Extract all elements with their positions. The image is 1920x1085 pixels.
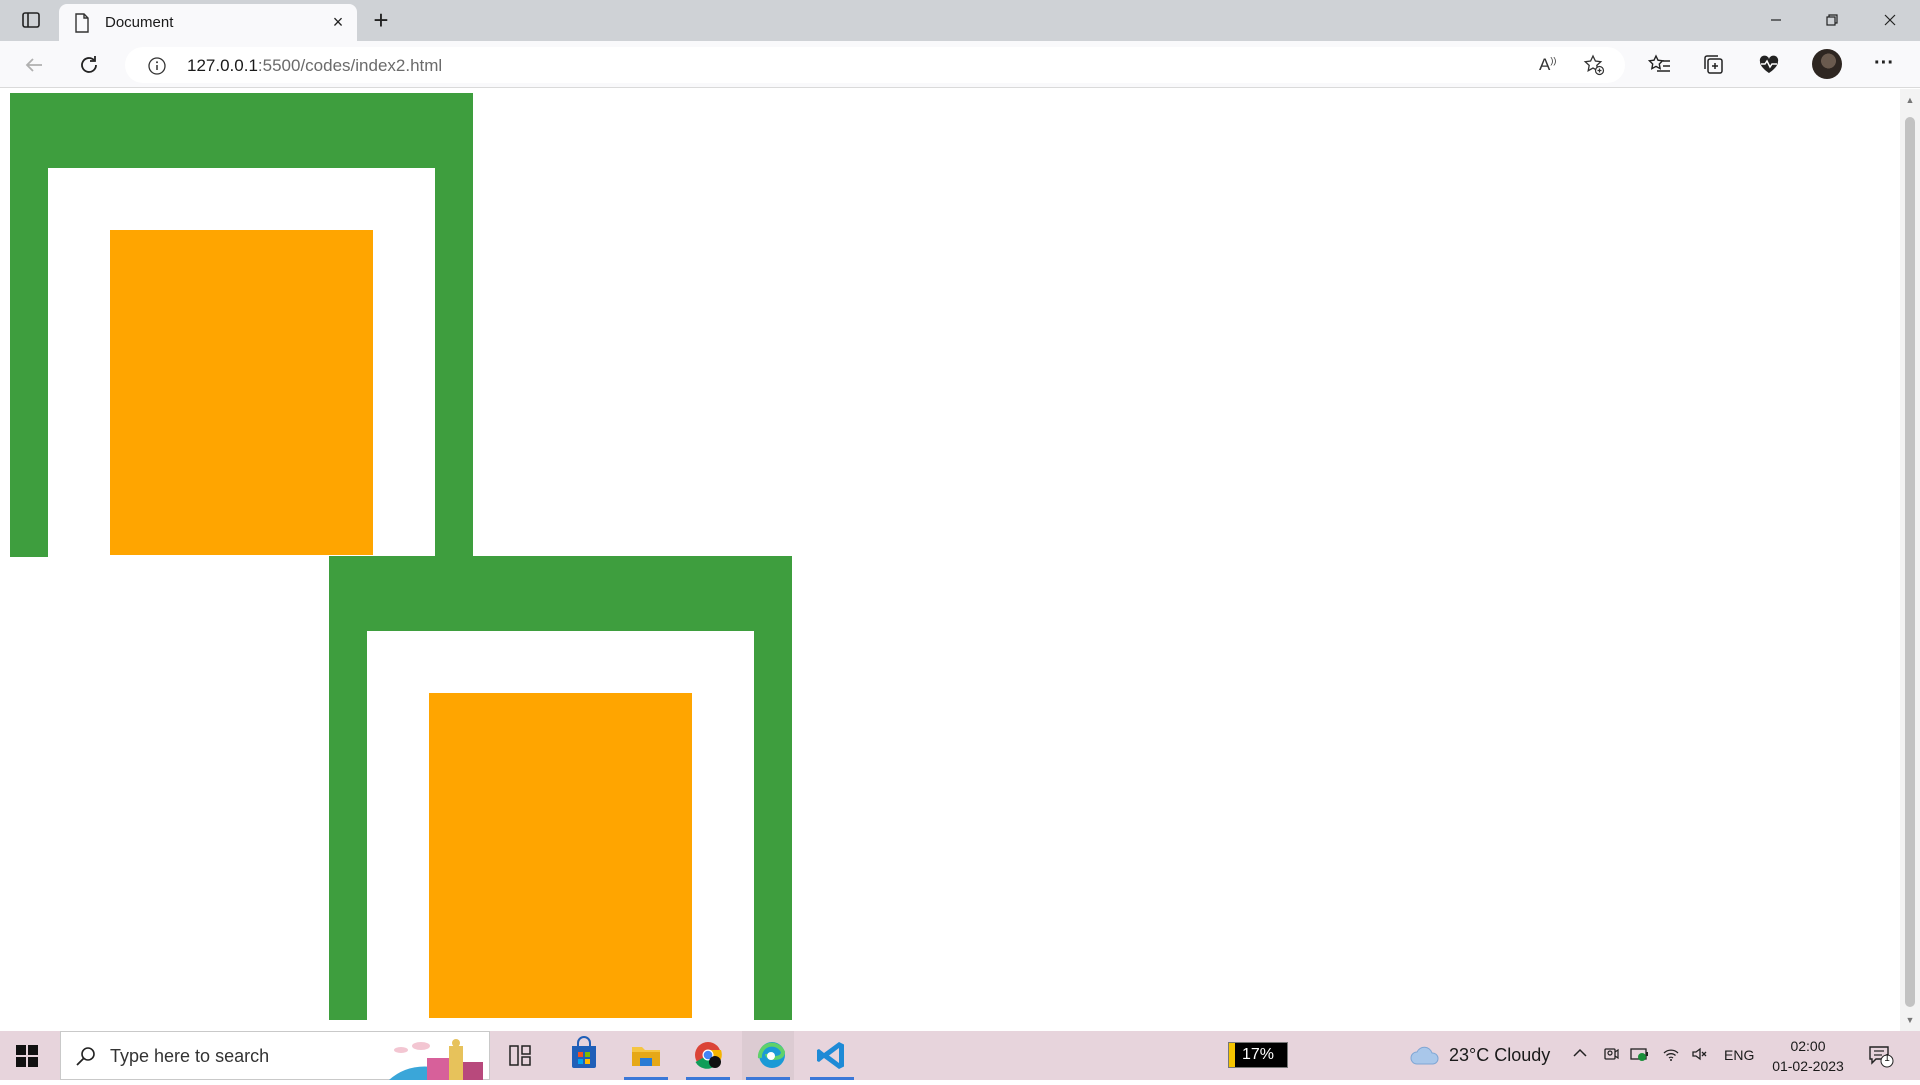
vscode-icon[interactable] — [806, 1031, 858, 1080]
navigation-bar: 127.0.0.1:5500/codes/index2.html A)) ··· — [0, 41, 1920, 88]
file-explorer-icon[interactable] — [620, 1031, 672, 1080]
microsoft-store-icon[interactable] — [558, 1031, 610, 1080]
taskbar: Type here to search 17% 23°C Cloudy ENG … — [0, 1031, 1920, 1080]
search-placeholder: Type here to search — [110, 1046, 270, 1066]
tab-strip: Document × + — [0, 0, 1920, 41]
refresh-icon[interactable] — [77, 53, 101, 77]
close-window-icon[interactable] — [1862, 0, 1918, 40]
language-indicator[interactable]: ENG — [1724, 1047, 1754, 1063]
meet-now-icon[interactable] — [1601, 1045, 1621, 1065]
collections-icon[interactable] — [1702, 53, 1726, 77]
battery-icon[interactable] — [1630, 1045, 1650, 1065]
clock-time: 02:00 — [1790, 1038, 1826, 1054]
show-hidden-icons-icon[interactable] — [1570, 1045, 1590, 1065]
battery-indicator[interactable]: 17% — [1228, 1042, 1288, 1068]
page-icon — [74, 13, 90, 38]
notification-center-icon[interactable]: 1 — [1868, 1044, 1894, 1068]
green-frame-1 — [10, 93, 473, 557]
task-view-icon[interactable] — [494, 1031, 546, 1080]
page-viewport — [0, 89, 1900, 1031]
orange-box-2 — [429, 693, 692, 1018]
search-icon — [75, 1045, 97, 1072]
url-path: :5500/codes/index2.html — [257, 56, 443, 75]
windows-start-icon[interactable] — [16, 1045, 38, 1067]
clock-date: 01-02-2023 — [1772, 1058, 1844, 1074]
green-frame-2 — [329, 556, 792, 1020]
network-icon[interactable] — [1661, 1045, 1681, 1065]
weather-text[interactable]: 23°C Cloudy — [1449, 1045, 1550, 1066]
vertical-scrollbar[interactable]: ▲ ▼ — [1900, 89, 1920, 1031]
tab-document[interactable]: Document × — [59, 4, 357, 41]
cloudy-weather-icon[interactable] — [1410, 1044, 1440, 1066]
chrome-icon[interactable] — [682, 1031, 734, 1080]
browser-essentials-icon[interactable] — [1757, 53, 1781, 77]
url-host: 127.0.0.1 — [187, 56, 258, 75]
edge-icon[interactable] — [742, 1031, 794, 1080]
add-favorite-icon[interactable] — [1583, 54, 1605, 81]
taskbar-search[interactable]: Type here to search — [60, 1031, 490, 1080]
info-icon[interactable] — [147, 56, 167, 81]
read-aloud-icon[interactable]: A)) — [1539, 55, 1556, 75]
orange-box-1 — [110, 230, 373, 555]
scroll-thumb[interactable] — [1905, 117, 1915, 1007]
restore-icon[interactable] — [1804, 0, 1860, 40]
new-tab-icon[interactable]: + — [370, 7, 392, 33]
scroll-down-icon[interactable]: ▼ — [1905, 1015, 1915, 1025]
tab-title: Document — [105, 14, 174, 31]
scroll-up-icon[interactable]: ▲ — [1905, 95, 1915, 105]
minimize-icon[interactable] — [1748, 0, 1804, 40]
notification-count: 1 — [1884, 1053, 1890, 1064]
more-options-icon[interactable]: ··· — [1872, 53, 1896, 77]
url-text[interactable]: 127.0.0.1:5500/codes/index2.html — [187, 56, 442, 76]
address-bar[interactable]: 127.0.0.1:5500/codes/index2.html A)) — [125, 47, 1625, 83]
favorites-icon[interactable] — [1647, 53, 1672, 77]
tab-close-icon[interactable]: × — [329, 13, 347, 31]
search-highlight-image — [389, 1032, 489, 1080]
clock[interactable]: 02:00 01-02-2023 — [1768, 1036, 1848, 1076]
volume-muted-icon[interactable] — [1690, 1045, 1710, 1065]
back-icon[interactable] — [22, 53, 46, 77]
tab-actions-icon[interactable] — [20, 9, 42, 31]
profile-avatar[interactable] — [1812, 49, 1842, 79]
